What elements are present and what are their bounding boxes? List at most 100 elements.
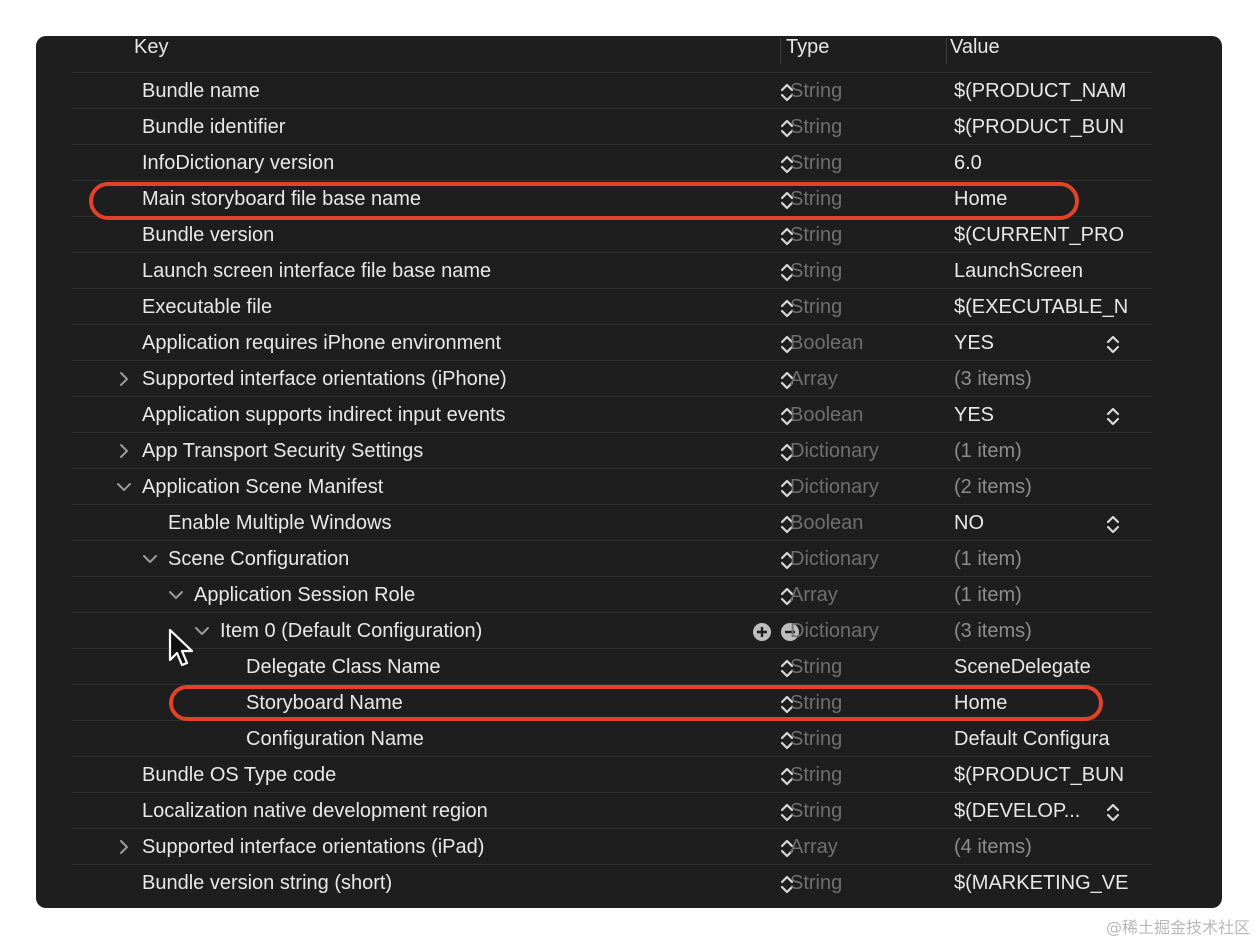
column-divider[interactable] bbox=[946, 38, 947, 64]
plist-row[interactable]: InfoDictionary version String 6.0 bbox=[72, 144, 1152, 180]
row-type[interactable]: Boolean bbox=[790, 325, 950, 361]
row-value[interactable]: (3 items) bbox=[954, 613, 1176, 649]
plist-row[interactable]: Launch screen interface file base name St… bbox=[72, 252, 1152, 288]
row-type[interactable]: String bbox=[790, 145, 950, 181]
row-type[interactable]: Dictionary bbox=[790, 433, 950, 469]
column-header-value[interactable]: Value bbox=[950, 36, 1000, 58]
row-value[interactable]: (1 item) bbox=[954, 433, 1176, 469]
plist-row[interactable]: Supported interface orientations (iPad) A… bbox=[72, 828, 1152, 864]
disclosure-closed-icon[interactable] bbox=[116, 361, 132, 397]
add-item-icon[interactable] bbox=[752, 622, 771, 641]
row-key[interactable]: InfoDictionary version bbox=[142, 145, 334, 181]
plist-row[interactable]: Bundle version string (short) String $(MAR… bbox=[72, 864, 1152, 900]
row-key[interactable]: Application requires iPhone environment bbox=[142, 325, 501, 361]
row-value[interactable]: YES bbox=[954, 325, 1176, 361]
column-divider[interactable] bbox=[780, 38, 781, 64]
row-key[interactable]: Configuration Name bbox=[246, 721, 424, 757]
plist-row[interactable]: Scene Configuration Dictionary (1 item) bbox=[72, 540, 1152, 576]
row-type[interactable]: String bbox=[790, 865, 950, 901]
row-type[interactable]: String bbox=[790, 109, 950, 145]
row-type[interactable]: String bbox=[790, 649, 950, 685]
row-type[interactable]: Boolean bbox=[790, 505, 950, 541]
plist-row[interactable]: Supported interface orientations (iPhone… bbox=[72, 360, 1152, 396]
disclosure-open-icon[interactable] bbox=[142, 541, 158, 577]
row-key[interactable]: Application supports indirect input even… bbox=[142, 397, 506, 433]
row-type[interactable]: Dictionary bbox=[790, 613, 950, 649]
row-type[interactable]: Dictionary bbox=[790, 541, 950, 577]
disclosure-closed-icon[interactable] bbox=[116, 433, 132, 469]
plist-row[interactable]: Executable file String $(EXECUTABLE_N bbox=[72, 288, 1152, 324]
row-key[interactable]: Localization native development region bbox=[142, 793, 488, 829]
row-type[interactable]: String bbox=[790, 73, 950, 109]
plist-row[interactable]: Bundle name String $(PRODUCT_NAM bbox=[72, 72, 1152, 108]
row-key[interactable]: Executable file bbox=[142, 289, 272, 325]
row-type[interactable]: String bbox=[790, 253, 950, 289]
row-key[interactable]: Delegate Class Name bbox=[246, 649, 441, 685]
row-value[interactable]: $(DEVELOP... bbox=[954, 793, 1176, 829]
plist-row[interactable]: Item 0 (Default Configuration) Dictionary… bbox=[72, 612, 1152, 648]
row-key[interactable]: Application Session Role bbox=[194, 577, 415, 613]
plist-row[interactable]: Application Session Role Array (1 item) bbox=[72, 576, 1152, 612]
row-key[interactable]: Enable Multiple Windows bbox=[168, 505, 391, 541]
value-popup-stepper-icon[interactable] bbox=[1104, 333, 1122, 355]
plist-row[interactable]: Bundle OS Type code String $(PRODUCT_BUN bbox=[72, 756, 1152, 792]
plist-row[interactable]: Application Scene Manifest Dictionary (2 i… bbox=[72, 468, 1152, 504]
row-key[interactable]: Launch screen interface file base name bbox=[142, 253, 491, 289]
column-header-type[interactable]: Type bbox=[786, 36, 829, 58]
row-key[interactable]: Supported interface orientations (iPhone… bbox=[142, 361, 507, 397]
row-value[interactable]: $(EXECUTABLE_N bbox=[954, 289, 1176, 325]
plist-row[interactable]: App Transport Security Settings Dictionar… bbox=[72, 432, 1152, 468]
row-key[interactable]: App Transport Security Settings bbox=[142, 433, 423, 469]
row-value[interactable]: $(MARKETING_VE bbox=[954, 865, 1176, 901]
row-type[interactable]: Array bbox=[790, 361, 950, 397]
row-type[interactable]: String bbox=[790, 289, 950, 325]
plist-row[interactable]: Localization native development region St… bbox=[72, 792, 1152, 828]
row-value[interactable]: LaunchScreen bbox=[954, 253, 1176, 289]
row-key[interactable]: Item 0 (Default Configuration) bbox=[220, 613, 482, 649]
disclosure-open-icon[interactable] bbox=[168, 577, 184, 613]
row-key[interactable]: Application Scene Manifest bbox=[142, 469, 383, 505]
plist-row[interactable]: Delegate Class Name String SceneDelegate bbox=[72, 648, 1152, 684]
row-value[interactable]: $(PRODUCT_BUN bbox=[954, 757, 1176, 793]
row-value[interactable]: (3 items) bbox=[954, 361, 1176, 397]
row-type[interactable]: String bbox=[790, 757, 950, 793]
plist-row[interactable]: Bundle identifier String $(PRODUCT_BUN bbox=[72, 108, 1152, 144]
row-type[interactable]: Array bbox=[790, 829, 950, 865]
value-popup-stepper-icon[interactable] bbox=[1104, 405, 1122, 427]
row-value[interactable]: NO bbox=[954, 505, 1176, 541]
row-key[interactable]: Scene Configuration bbox=[168, 541, 349, 577]
plist-row[interactable]: Application requires iPhone environment B… bbox=[72, 324, 1152, 360]
row-key[interactable]: Bundle version string (short) bbox=[142, 865, 392, 901]
row-value[interactable]: Default Configura bbox=[954, 721, 1176, 757]
value-popup-stepper-icon[interactable] bbox=[1104, 801, 1122, 823]
disclosure-open-icon[interactable] bbox=[116, 469, 132, 505]
row-value[interactable]: YES bbox=[954, 397, 1176, 433]
value-popup-stepper-icon[interactable] bbox=[1104, 513, 1122, 535]
plist-row[interactable]: Application supports indirect input even… bbox=[72, 396, 1152, 432]
row-type[interactable]: String bbox=[790, 793, 950, 829]
row-value[interactable]: $(CURRENT_PRO bbox=[954, 217, 1176, 253]
row-type[interactable]: String bbox=[790, 721, 950, 757]
column-header-key[interactable]: Key bbox=[134, 36, 168, 58]
row-value[interactable]: $(PRODUCT_NAM bbox=[954, 73, 1176, 109]
row-type[interactable]: Array bbox=[790, 577, 950, 613]
plist-row[interactable]: Bundle version String $(CURRENT_PRO bbox=[72, 216, 1152, 252]
row-key[interactable]: Supported interface orientations (iPad) bbox=[142, 829, 484, 865]
row-value[interactable]: (1 item) bbox=[954, 541, 1176, 577]
row-value[interactable]: 6.0 bbox=[954, 145, 1176, 181]
row-key[interactable]: Bundle identifier bbox=[142, 109, 285, 145]
row-key[interactable]: Bundle name bbox=[142, 73, 260, 109]
row-type[interactable]: Dictionary bbox=[790, 469, 950, 505]
row-value[interactable]: SceneDelegate bbox=[954, 649, 1176, 685]
row-value[interactable]: (1 item) bbox=[954, 577, 1176, 613]
row-type[interactable]: String bbox=[790, 217, 950, 253]
row-key[interactable]: Bundle version bbox=[142, 217, 274, 253]
plist-row[interactable]: Configuration Name String Default Configur… bbox=[72, 720, 1152, 756]
row-value[interactable]: (2 items) bbox=[954, 469, 1176, 505]
disclosure-open-icon[interactable] bbox=[194, 613, 210, 649]
row-value[interactable]: (4 items) bbox=[954, 829, 1176, 865]
plist-row[interactable]: Enable Multiple Windows Boolean NO bbox=[72, 504, 1152, 540]
disclosure-closed-icon[interactable] bbox=[116, 829, 132, 865]
row-type[interactable]: Boolean bbox=[790, 397, 950, 433]
row-key[interactable]: Bundle OS Type code bbox=[142, 757, 336, 793]
